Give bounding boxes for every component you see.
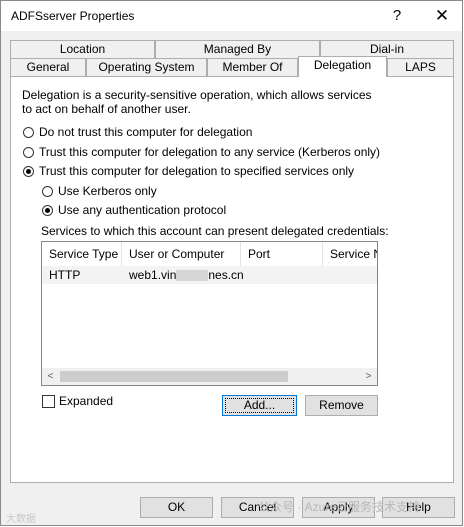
redacted-block (176, 270, 209, 282)
tab-laps[interactable]: LAPS (387, 58, 454, 76)
radio-label: Trust this computer for delegation to an… (39, 145, 381, 159)
tab-member-of[interactable]: Member Of (207, 58, 298, 76)
help-icon[interactable]: ? (383, 5, 411, 27)
radio-label: Trust this computer for delegation to sp… (39, 164, 355, 178)
column-header-user-or-computer[interactable]: User or Computer (122, 242, 241, 266)
tab-location[interactable]: Location (10, 40, 155, 58)
expanded-checkbox[interactable] (42, 394, 55, 408)
host-prefix: web1.vin (129, 268, 177, 282)
remove-button[interactable]: Remove (305, 395, 378, 416)
radio-button[interactable] (42, 185, 53, 197)
cell-service-name (323, 266, 377, 284)
radio-button-selected[interactable] (42, 204, 53, 216)
column-header-port[interactable]: Port (241, 242, 323, 266)
radio-specified-services[interactable]: Trust this computer for delegation to sp… (23, 164, 354, 178)
close-icon[interactable]: ✕ (426, 4, 458, 28)
scrollbar-thumb[interactable] (60, 371, 288, 382)
radio-kerberos-only[interactable]: Use Kerberos only (42, 184, 157, 198)
delegation-description: Delegation is a security-sensitive opera… (22, 88, 372, 116)
radio-any-auth-protocol[interactable]: Use any authentication protocol (42, 203, 226, 217)
radio-button[interactable] (23, 146, 34, 158)
add-button[interactable]: Add... (222, 395, 297, 416)
watermark-text: 公众号 · Azure云服务技术支持 (258, 500, 421, 514)
horizontal-scrollbar[interactable]: < > (42, 368, 377, 385)
tab-general[interactable]: General (10, 58, 86, 76)
cell-user-or-computer: web1.vin nes.cn (122, 266, 244, 284)
services-listview[interactable]: Service Type User or Computer Port Servi… (41, 241, 378, 386)
expanded-checkbox-row[interactable]: Expanded (42, 394, 113, 408)
table-row[interactable]: HTTP web1.vin nes.cn (42, 266, 377, 284)
cell-service-type: HTTP (49, 268, 81, 282)
tab-managed-by[interactable]: Managed By (155, 40, 320, 58)
radio-no-delegation[interactable]: Do not trust this computer for delegatio… (23, 125, 252, 139)
radio-label: Use any authentication protocol (58, 203, 227, 217)
radio-button-selected[interactable] (23, 165, 34, 177)
cell-port (241, 266, 323, 284)
services-list-label: Services to which this account can prese… (41, 224, 389, 238)
ok-button[interactable]: OK (140, 497, 213, 518)
tab-operating-system[interactable]: Operating System (86, 58, 207, 76)
corner-watermark: 大数据 (6, 514, 36, 525)
tab-delegation[interactable]: Delegation (298, 56, 387, 77)
radio-label: Use Kerberos only (58, 184, 157, 198)
host-suffix: nes.cn (208, 268, 244, 282)
column-header-service-type[interactable]: Service Type (42, 242, 122, 266)
radio-any-service[interactable]: Trust this computer for delegation to an… (23, 145, 380, 159)
listview-header: Service Type User or Computer Port Servi… (42, 242, 377, 266)
scroll-right-icon[interactable]: > (360, 368, 377, 385)
window-title: ADFSserver Properties (11, 9, 135, 23)
scroll-left-icon[interactable]: < (42, 368, 59, 385)
title-bar: ADFSserver Properties ? ✕ (1, 1, 462, 31)
radio-button[interactable] (23, 126, 34, 138)
radio-label: Do not trust this computer for delegatio… (39, 125, 253, 139)
column-header-service-name[interactable]: Service Na (323, 242, 377, 266)
expanded-label: Expanded (59, 394, 114, 408)
